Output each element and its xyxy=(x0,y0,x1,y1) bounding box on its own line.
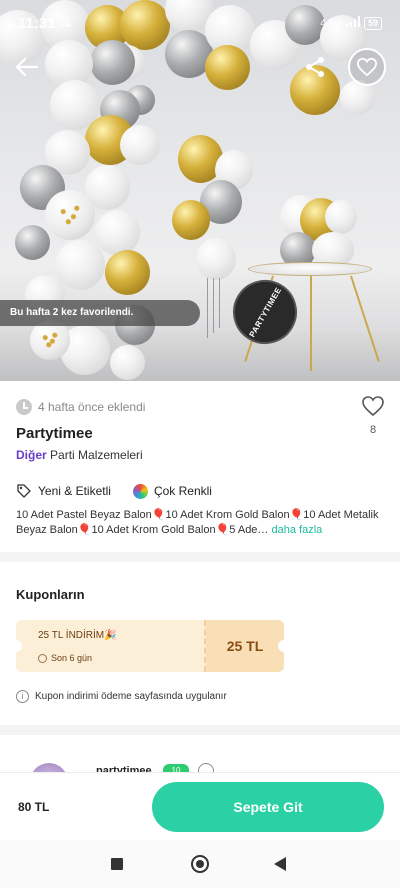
balloon xyxy=(15,225,50,260)
arrow-left-icon xyxy=(16,58,38,76)
balloon xyxy=(95,210,140,255)
like-count: 8 xyxy=(369,424,377,436)
balloon-string xyxy=(219,278,220,328)
favorite-button[interactable] xyxy=(348,48,386,86)
balloon xyxy=(45,190,95,240)
back-triangle-icon[interactable] xyxy=(274,857,286,871)
back-button[interactable] xyxy=(10,50,44,84)
info-icon: i xyxy=(16,690,29,703)
added-time: 4 hafta önce eklendi xyxy=(38,400,146,414)
category-breadcrumb: Diğer Parti Malzemeleri xyxy=(16,448,143,462)
seller-card[interactable]: partytimee 10 xyxy=(0,745,400,775)
tags-row: Yeni & Etiketli Çok Renkli xyxy=(16,483,212,499)
balloon xyxy=(172,200,210,240)
balloon xyxy=(120,125,160,165)
coupon-amount: 25 TL xyxy=(206,620,284,672)
coupon-name: 25 TL İNDİRİM🎉 xyxy=(38,630,117,641)
coupon-note: i Kupon indirimi ödeme sayfasında uygula… xyxy=(16,690,227,703)
section-divider xyxy=(0,552,400,562)
home-icon[interactable] xyxy=(191,855,209,873)
balloon xyxy=(90,40,135,85)
coupon-details: 25 TL İNDİRİM🎉 Son 6 gün xyxy=(16,620,206,672)
go-to-cart-button[interactable]: Sepete Git xyxy=(152,782,384,832)
status-time: 11:31 xyxy=(18,15,56,32)
table-leg xyxy=(310,276,312,371)
balloon xyxy=(30,320,70,360)
tag-color: Çok Renkli xyxy=(132,483,212,499)
coupon-notch xyxy=(278,640,284,652)
shop-name[interactable]: Partytimee xyxy=(16,425,93,442)
balloon xyxy=(196,238,236,280)
category-main[interactable]: Diğer xyxy=(16,448,47,462)
coupon-days-left: Son 6 gün xyxy=(51,653,93,663)
network-label: 4.5G xyxy=(320,17,342,29)
coupon-expiry: Son 6 gün xyxy=(38,653,92,663)
balloon xyxy=(55,240,105,290)
section-divider xyxy=(0,725,400,735)
coupon-note-text: Kupon indirimi ödeme sayfasında uygulanı… xyxy=(35,691,227,702)
balloon xyxy=(110,345,145,380)
added-time-row: 4 hafta önce eklendi xyxy=(16,399,145,415)
muted-bell-icon xyxy=(58,15,72,32)
share-icon xyxy=(306,57,324,77)
recent-apps-icon[interactable] xyxy=(111,858,123,870)
tag-label: Yeni & Etiketli xyxy=(38,484,111,498)
balloon xyxy=(205,45,250,90)
tag-icon xyxy=(17,484,31,498)
balloon-string xyxy=(213,278,214,333)
tag-label: Çok Renkli xyxy=(153,484,212,498)
share-button[interactable] xyxy=(298,50,332,84)
category-sub[interactable]: Parti Malzemeleri xyxy=(50,448,143,462)
coupon-card[interactable]: 25 TL İNDİRİM🎉 Son 6 gün 25 TL xyxy=(16,620,284,672)
balloon-string xyxy=(207,278,208,338)
description-text: 10 Adet Pastel Beyaz Balon🎈10 Adet Krom … xyxy=(16,509,379,536)
product-image[interactable]: PARTYTIMEE Bu hafta 2 kez favorilendi. xyxy=(0,0,400,381)
favorite-toast: Bu hafta 2 kez favorilendi. xyxy=(0,300,200,326)
bottom-bar: 80 TL Sepete Git xyxy=(0,772,400,838)
more-link[interactable]: daha fazla xyxy=(272,524,323,536)
clock-icon xyxy=(16,399,32,415)
battery-icon: 59 xyxy=(363,16,382,30)
status-bar: 11:31 4.5G 59 xyxy=(0,0,400,46)
balloon xyxy=(105,250,150,295)
balloon xyxy=(325,200,357,234)
description: 10 Adet Pastel Beyaz Balon🎈10 Adet Krom … xyxy=(16,508,386,538)
like-button[interactable]: 8 xyxy=(358,395,388,436)
system-nav-bar xyxy=(0,840,400,888)
heart-icon xyxy=(356,57,378,77)
heart-icon xyxy=(362,396,384,417)
status-indicators: 4.5G 59 xyxy=(320,16,382,30)
signal-icon xyxy=(345,16,360,30)
coupons-title: Kuponların xyxy=(16,587,85,602)
price: 80 TL xyxy=(18,800,50,814)
tag-condition: Yeni & Etiketli xyxy=(16,483,111,499)
clock-icon xyxy=(38,653,47,663)
color-palette-icon xyxy=(132,483,148,499)
side-table xyxy=(248,262,372,276)
